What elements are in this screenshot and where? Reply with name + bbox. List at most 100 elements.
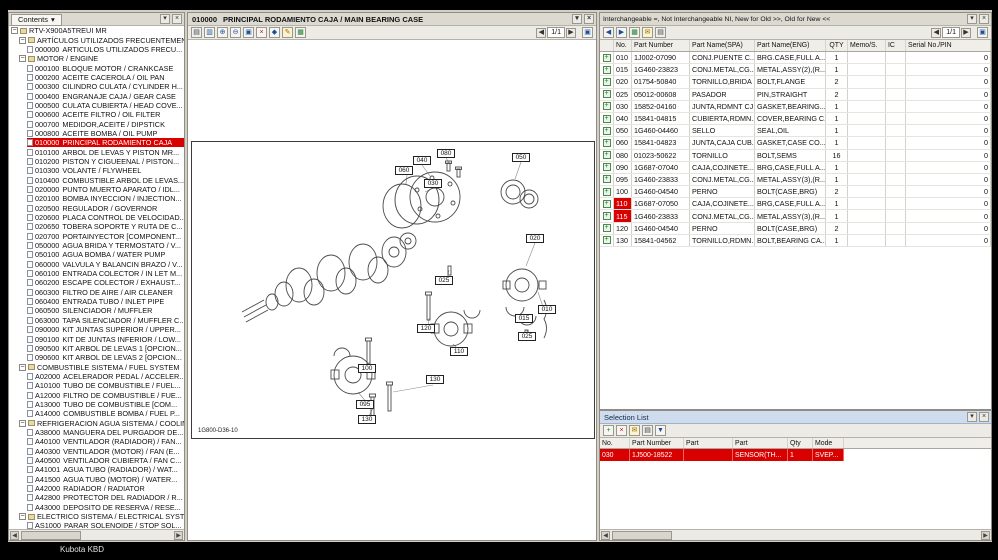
parts-row[interactable]: +04015841-04815CUBIERTA,RDMN...COVER,BEA… (600, 113, 991, 125)
part-ref-no[interactable]: 115 (614, 210, 632, 221)
expand-plus-icon[interactable]: + (603, 90, 611, 98)
close-icon[interactable]: × (584, 14, 594, 24)
callout-120[interactable]: 120 (417, 324, 435, 333)
parts-row[interactable]: +1001G460-04540PERNOBOLT(CASE,BRG)20 (600, 186, 991, 198)
sel-col-mode[interactable]: Mode (813, 438, 844, 448)
tree-item[interactable]: A12000FILTRO DE COMBUSTIBLE / FUE... (9, 390, 184, 399)
part-ref-no[interactable]: 040 (614, 113, 632, 124)
part-number[interactable]: 1J002-07090 (632, 52, 690, 63)
callout-100[interactable]: 100 (358, 364, 376, 373)
collapse-icon[interactable]: − (19, 513, 26, 520)
expand-plus-icon[interactable]: + (603, 236, 611, 244)
expand-plus-icon[interactable]: + (603, 66, 611, 74)
part-number[interactable]: 1G460-04540 (632, 223, 690, 234)
part-number[interactable]: 15841-04823 (632, 137, 690, 148)
horizontal-scrollbar-thumb[interactable] (612, 531, 672, 540)
part-number[interactable]: 1G460-04460 (632, 125, 690, 136)
tree-item[interactable]: A40100VENTILADOR (RADIADOR) / FAN... (9, 437, 184, 446)
page-prev-button[interactable]: ◀ (536, 28, 546, 38)
mail-icon[interactable]: ✉ (629, 425, 640, 436)
tree-item[interactable]: AS1000PARAR SOLENOIDE / STOP SOL... (9, 521, 184, 529)
collapse-icon[interactable]: − (19, 55, 26, 62)
part-number[interactable]: 1G460-23833 (632, 210, 690, 221)
scroll-left-icon[interactable]: ◀ (601, 531, 610, 540)
expand-plus-icon[interactable]: + (603, 54, 611, 62)
tree-item[interactable]: A02000ACELERADOR PEDAL / ACCELER... (9, 372, 184, 381)
expand-plus-icon[interactable]: + (603, 115, 611, 123)
expand-plus-icon[interactable]: + (603, 102, 611, 110)
tree-item[interactable]: A42000RADIADOR / RADIATOR (9, 484, 184, 493)
part-number[interactable]: 15841-04815 (632, 113, 690, 124)
col-no[interactable]: No. (614, 40, 632, 51)
part-ref-no[interactable]: 130 (614, 235, 632, 246)
forward-icon[interactable]: ▶ (616, 27, 627, 38)
callout-095[interactable]: 095 (356, 400, 374, 409)
sel-col-part-eng[interactable]: Part (733, 438, 788, 448)
zoom-fit-icon[interactable]: ▣ (243, 27, 254, 38)
tree-item[interactable]: 000100BLOQUE MOTOR / CRANKCASE (9, 63, 184, 72)
col-part-name-spa[interactable]: Part Name(SPA) (690, 40, 755, 51)
tree-item[interactable]: 020100BOMBA INYECCION / INJECTION... (9, 194, 184, 203)
expand-plus-icon[interactable]: + (603, 163, 611, 171)
selection-horizontal-scrollbar[interactable]: ◀ ▶ (600, 529, 991, 540)
callout-025[interactable]: 025 (435, 276, 453, 285)
parts-row[interactable]: +02505012-00608PASADORPIN,STRAIGHT20 (600, 89, 991, 101)
parts-row[interactable]: +08001023-50622TORNILLOBOLT,SEMS160 (600, 150, 991, 162)
parts-row[interactable]: +0151G460-23823CONJ.METAL,CG...METAL,ASS… (600, 64, 991, 76)
part-ref-no[interactable]: 030 (614, 101, 632, 112)
scroll-left-icon[interactable]: ◀ (10, 531, 19, 540)
part-ref-no[interactable]: 100 (614, 186, 632, 197)
part-number[interactable]: 01023-50622 (632, 150, 690, 161)
tree-item[interactable]: 000500CULATA CUBIERTA / HEAD COVE... (9, 101, 184, 110)
callout-060[interactable]: 060 (395, 166, 413, 175)
expand-plus-icon[interactable]: + (603, 200, 611, 208)
scroll-right-icon[interactable]: ▶ (174, 531, 183, 540)
part-number[interactable]: 1G687-07050 (632, 198, 690, 209)
tree-item[interactable]: 010100ARBOL DE LEVAS Y PISTON MR... (9, 147, 184, 156)
callout-080[interactable]: 080 (437, 149, 455, 158)
part-ref-no[interactable]: 060 (614, 137, 632, 148)
part-number[interactable]: 1G687-07040 (632, 162, 690, 173)
tree-item[interactable]: 060300FILTRO DE AIRE / AIR CLEANER (9, 288, 184, 297)
parts-row[interactable]: +0901G687-07040CAJA,COJINETE...BRG,CASE,… (600, 162, 991, 174)
contents-horizontal-scrollbar[interactable]: ◀ ▶ (9, 529, 184, 540)
close-icon[interactable]: × (979, 412, 989, 422)
tree-item[interactable]: A10100TUBO DE COMBUSTIBLE / FUEL... (9, 381, 184, 390)
col-part-name-eng[interactable]: Part Name(ENG) (755, 40, 826, 51)
tree-item[interactable]: 000200ACEITE CACEROLA / OIL PAN (9, 73, 184, 82)
col-serial[interactable]: Serial No./PIN (906, 40, 991, 51)
tree-item[interactable]: A40500VENTILADOR CUBIERTA / FAN C... (9, 456, 184, 465)
part-ref-no[interactable]: 020 (614, 76, 632, 87)
remove-icon[interactable]: × (616, 425, 627, 436)
tree-group[interactable]: −MOTOR / ENGINE (9, 54, 184, 63)
part-ref-no[interactable]: 015 (614, 64, 632, 75)
parts-page-next-button[interactable]: ▶ (961, 28, 971, 38)
tree-item[interactable]: A42800PROTECTOR DEL RADIADOR / R... (9, 493, 184, 502)
parts-row[interactable]: +1101G687-07050CAJA,COJINETE...BRG,CASE,… (600, 198, 991, 210)
tree-item[interactable]: 050000AGUA BRIDA Y TERMOSTATO / V... (9, 241, 184, 250)
parts-row[interactable]: +02001754-50840TORNILLO,BRIDABOLT,FLANGE… (600, 76, 991, 88)
tree-item[interactable]: 090000KIT JUNTAS SUPERIOR / UPPER... (9, 325, 184, 334)
parts-row[interactable]: +1201G460-04540PERNOBOLT(CASE,BRG)20 (600, 223, 991, 235)
full-page-icon[interactable]: ▣ (582, 27, 593, 38)
tree-item[interactable]: 000300CILINDRO CULATA / CYLINDER H... (9, 82, 184, 91)
tree-item[interactable]: 090500KIT ARBOL DE LEVAS 1 [OPCION... (9, 344, 184, 353)
zoom-in-icon[interactable]: ⊕ (217, 27, 228, 38)
print-icon[interactable]: ▤ (655, 27, 666, 38)
zoom-out-icon[interactable]: ⊖ (230, 27, 241, 38)
clear-selection-icon[interactable]: × (256, 27, 267, 38)
parts-row[interactable]: +06015841-04823JUNTA,CAJA CUB...GASKET,C… (600, 137, 991, 149)
tree-item[interactable]: A38000MANGUERA DEL PURGADOR DE... (9, 428, 184, 437)
collapse-icon[interactable]: − (19, 37, 26, 44)
parts-expand-icon[interactable]: ▣ (977, 27, 988, 38)
tree-item[interactable]: 020000PUNTO MUERTO APARATO / IDL... (9, 185, 184, 194)
selection-row[interactable]: 0301J500-18522SENSOR(TH...1SVEP... (600, 449, 844, 461)
tree-item[interactable]: 010200PISTON Y CIGUEENAL / PISTON... (9, 157, 184, 166)
tree-item[interactable]: 000700MEDIDOR,ACEITE / DIPSTICK (9, 119, 184, 128)
tree-item[interactable]: A43000DEPOSITO DE RESERVA / RESE... (9, 503, 184, 512)
auto-hide-icon[interactable]: ▾ (967, 412, 977, 422)
expand-plus-icon[interactable]: + (603, 151, 611, 159)
tree-item[interactable]: 060000VALVULA Y BALANCIN BRAZO / V... (9, 260, 184, 269)
parts-row[interactable]: +0501G460-04460SELLOSEAL,OIL10 (600, 125, 991, 137)
part-number[interactable]: 1G460-04540 (632, 186, 690, 197)
